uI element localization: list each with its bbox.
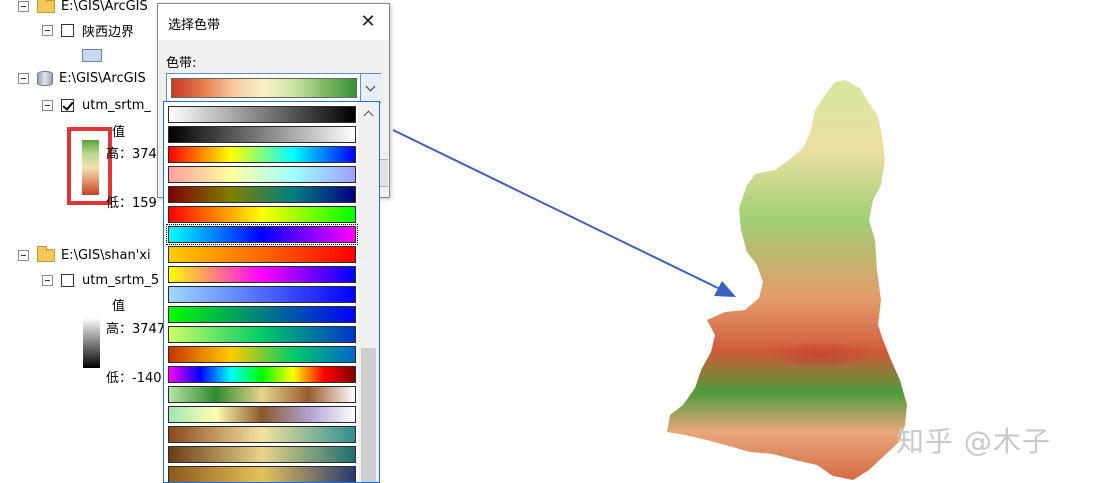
color-ramp-option[interactable] xyxy=(168,266,356,283)
layer-name: utm_srtm_5 xyxy=(82,272,160,288)
chevron-down-icon[interactable] xyxy=(360,74,381,102)
layer-visibility-checkbox[interactable] xyxy=(61,98,74,112)
collapse-icon[interactable] xyxy=(42,274,53,286)
color-ramp-option[interactable] xyxy=(168,386,356,403)
color-ramp-label: 色带: xyxy=(166,56,197,71)
dialog-title: 选择色带 xyxy=(168,18,221,33)
legend-heading: 值 xyxy=(112,299,126,314)
group-path: E:\GIS\ArcGIS xyxy=(61,0,148,14)
dialog-titlebar[interactable]: 选择色带 ✕ xyxy=(158,4,389,40)
toc-layer-row[interactable]: utm_srtm_ xyxy=(42,95,151,115)
legend-low-label: 低：159 xyxy=(106,196,157,211)
color-ramp-option[interactable] xyxy=(168,286,356,303)
color-ramp-option[interactable] xyxy=(168,186,356,203)
color-ramp-option[interactable] xyxy=(166,224,358,245)
legend-heading: 值 xyxy=(112,125,126,140)
collapse-icon[interactable] xyxy=(18,0,29,12)
elevation-map xyxy=(667,80,907,480)
scrollbar-thumb[interactable] xyxy=(361,348,376,482)
color-ramp-option[interactable] xyxy=(168,166,356,183)
layer-visibility-checkbox[interactable] xyxy=(61,273,74,287)
collapse-icon[interactable] xyxy=(18,249,29,261)
collapse-icon[interactable] xyxy=(18,72,29,84)
color-ramp-option[interactable] xyxy=(168,126,356,143)
collapse-icon[interactable] xyxy=(42,99,53,111)
toc-layer-row[interactable]: utm_srtm_5 xyxy=(42,270,159,290)
color-ramp-option[interactable] xyxy=(168,426,356,443)
color-ramp-option[interactable] xyxy=(168,406,356,423)
color-ramp-option[interactable] xyxy=(168,326,356,343)
color-ramp-option[interactable] xyxy=(168,246,356,263)
legend-high-label: 高：374 xyxy=(106,147,157,162)
dropdown-scrollbar[interactable] xyxy=(358,102,379,482)
watermark: 知乎 @木子 xyxy=(896,425,1051,458)
layer-visibility-checkbox[interactable] xyxy=(61,23,74,37)
selected-color-ramp[interactable] xyxy=(171,78,357,98)
color-ramp-option[interactable] xyxy=(168,146,356,163)
database-icon xyxy=(37,70,53,86)
group-path: E:\GIS\ArcGIS xyxy=(59,70,146,86)
toc-group-row[interactable]: E:\GIS\ArcGIS xyxy=(18,0,148,16)
toc-group-row[interactable]: E:\GIS\ArcGIS xyxy=(18,68,146,88)
color-ramp-option[interactable] xyxy=(168,106,356,123)
layer-name: utm_srtm_ xyxy=(82,97,151,113)
color-ramp-option[interactable] xyxy=(168,366,356,383)
legend-high-label: 高：3747 xyxy=(106,322,166,337)
collapse-icon[interactable] xyxy=(42,24,53,36)
color-ramp-dropdown-list[interactable] xyxy=(163,101,380,483)
color-ramp-option[interactable] xyxy=(168,306,356,323)
folder-icon xyxy=(37,245,55,262)
layer-name: 陕西边界 xyxy=(82,24,135,40)
close-button[interactable]: ✕ xyxy=(358,12,378,32)
color-ramp-combobox[interactable] xyxy=(166,73,381,103)
folder-icon xyxy=(37,0,55,13)
legend-color-ramp[interactable] xyxy=(83,318,100,368)
color-ramp-option[interactable] xyxy=(168,466,356,482)
toc-layer-row[interactable]: 陕西边界 xyxy=(42,20,134,40)
color-ramp-option[interactable] xyxy=(168,346,356,363)
toc-group-row[interactable]: E:\GIS\shan'xi xyxy=(18,245,151,265)
legend-low-label: 低：-140 xyxy=(106,371,162,386)
map-shape xyxy=(667,80,907,480)
color-ramp-option[interactable] xyxy=(168,206,356,223)
chevron-up-icon[interactable] xyxy=(358,104,379,121)
group-path: E:\GIS\shan'xi xyxy=(61,247,151,263)
polygon-symbol-swatch[interactable] xyxy=(82,49,102,62)
color-ramp-option[interactable] xyxy=(168,446,356,463)
